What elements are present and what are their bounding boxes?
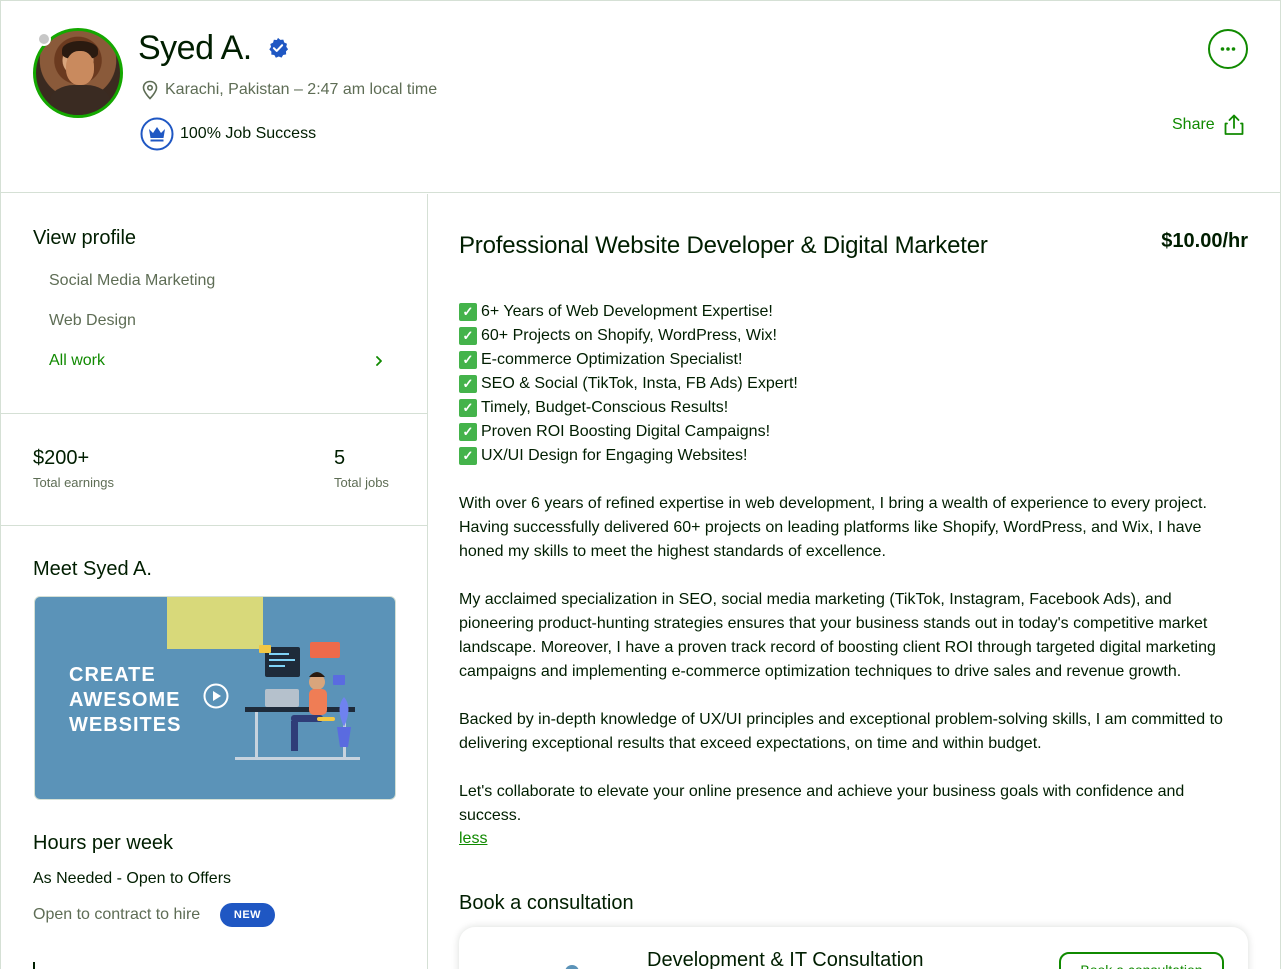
description-bullet: ✓ SEO & Social (TikTok, Insta, FB Ads) Ex…	[459, 372, 1249, 396]
description-bullet: ✓ UX/UI Design for Engaging Websites!	[459, 444, 1249, 468]
freelancer-name: Syed A.	[138, 29, 252, 67]
view-profile-section: View profile Social Media Marketing Web …	[1, 194, 427, 414]
developer-illustration	[235, 642, 360, 760]
checkmark-icon: ✓	[459, 303, 477, 321]
hours-per-week-value: As Needed - Open to Offers	[33, 870, 232, 887]
job-success-text: 100% Job Success	[180, 125, 317, 142]
job-success-crown-icon	[140, 117, 174, 151]
checkmark-icon: ✓	[459, 399, 477, 417]
sidebar-item-social-media-marketing[interactable]: Social Media Marketing	[49, 272, 215, 290]
consultation-card: Development & IT Consultation Book a con…	[459, 927, 1248, 969]
avatar[interactable]	[33, 28, 123, 118]
verified-badge-icon	[269, 37, 289, 58]
more-options-button[interactable]	[1208, 29, 1248, 69]
total-earnings-label: Total earnings	[33, 475, 114, 490]
chevron-right-icon[interactable]	[373, 354, 385, 368]
total-earnings-value: $200+	[33, 447, 90, 469]
checkmark-icon: ✓	[459, 423, 477, 441]
description-paragraph: With over 6 years of refined expertise i…	[459, 495, 1207, 560]
hourly-rate: $10.00/hr	[1161, 230, 1248, 252]
checkmark-icon: ✓	[459, 327, 477, 345]
share-icon	[1224, 114, 1244, 135]
description-bullet: ✓ 6+ Years of Web Development Expertise!	[459, 300, 1249, 324]
profile-title: Professional Website Developer & Digital…	[459, 232, 988, 259]
hours-per-week-title: Hours per week	[33, 832, 174, 854]
share-button[interactable]: Share	[1172, 114, 1245, 136]
ellipsis-icon	[1220, 47, 1236, 51]
meet-title: Meet Syed A.	[33, 558, 152, 580]
location-row: Karachi, Pakistan – 2:47 am local time	[141, 80, 437, 100]
sidebar: View profile Social Media Marketing Web …	[1, 194, 428, 969]
consultation-name: Development & IT Consultation	[647, 949, 924, 969]
description-bullet: ✓ E-commerce Optimization Specialist!	[459, 348, 1249, 372]
video-caption: CREATE AWESOME WEBSITES	[69, 664, 182, 736]
total-jobs-label: Total jobs	[334, 475, 389, 490]
show-less-link[interactable]: less	[459, 830, 487, 848]
profile-description: ✓ 6+ Years of Web Development Expertise! …	[459, 300, 1249, 828]
checkmark-icon: ✓	[459, 447, 477, 465]
description-bullet: ✓ 60+ Projects on Shopify, WordPress, Wix…	[459, 324, 1249, 348]
offline-status-dot	[37, 32, 51, 46]
location-text: Karachi, Pakistan – 2:47 am local time	[165, 81, 438, 98]
sidebar-item-web-design[interactable]: Web Design	[49, 312, 136, 330]
profile-page: Syed A. Karachi, Pakistan – 2:47 am loca…	[0, 0, 1281, 969]
new-badge: NEW	[220, 903, 275, 927]
description-paragraph: Let's collaborate to elevate your online…	[459, 783, 1185, 824]
description-bullet: ✓ Proven ROI Boosting Digital Campaigns!	[459, 420, 1249, 444]
stats-section: $200+ Total earnings 5 Total jobs	[1, 414, 427, 526]
consultation-avatar	[565, 965, 579, 969]
job-success-row: 100% Job Success	[140, 117, 316, 151]
profile-header: Syed A. Karachi, Pakistan – 2:47 am loca…	[1, 1, 1280, 193]
main-content: Professional Website Developer & Digital…	[429, 194, 1280, 969]
checkmark-icon: ✓	[459, 375, 477, 393]
next-section-title-fragment	[33, 962, 39, 969]
description-bullet: ✓ Timely, Budget-Conscious Results!	[459, 396, 1249, 420]
description-paragraph: Backed by in-depth knowledge of UX/UI pr…	[459, 711, 1223, 752]
intro-video-thumbnail[interactable]: CREATE AWESOME WEBSITES	[34, 596, 396, 800]
checkmark-icon: ✓	[459, 351, 477, 369]
sidebar-item-all-work[interactable]: All work	[49, 352, 105, 370]
book-consultation-title: Book a consultation	[459, 892, 634, 914]
description-paragraph: My acclaimed specialization in SEO, soci…	[459, 591, 1216, 680]
total-jobs-value: 5	[334, 447, 346, 469]
book-consultation-button[interactable]: Book a consultation	[1059, 952, 1224, 969]
view-profile-title: View profile	[33, 227, 137, 249]
share-label: Share	[1172, 116, 1215, 133]
contract-to-hire-label: Open to contract to hire	[33, 906, 201, 923]
location-pin-icon	[142, 80, 158, 100]
